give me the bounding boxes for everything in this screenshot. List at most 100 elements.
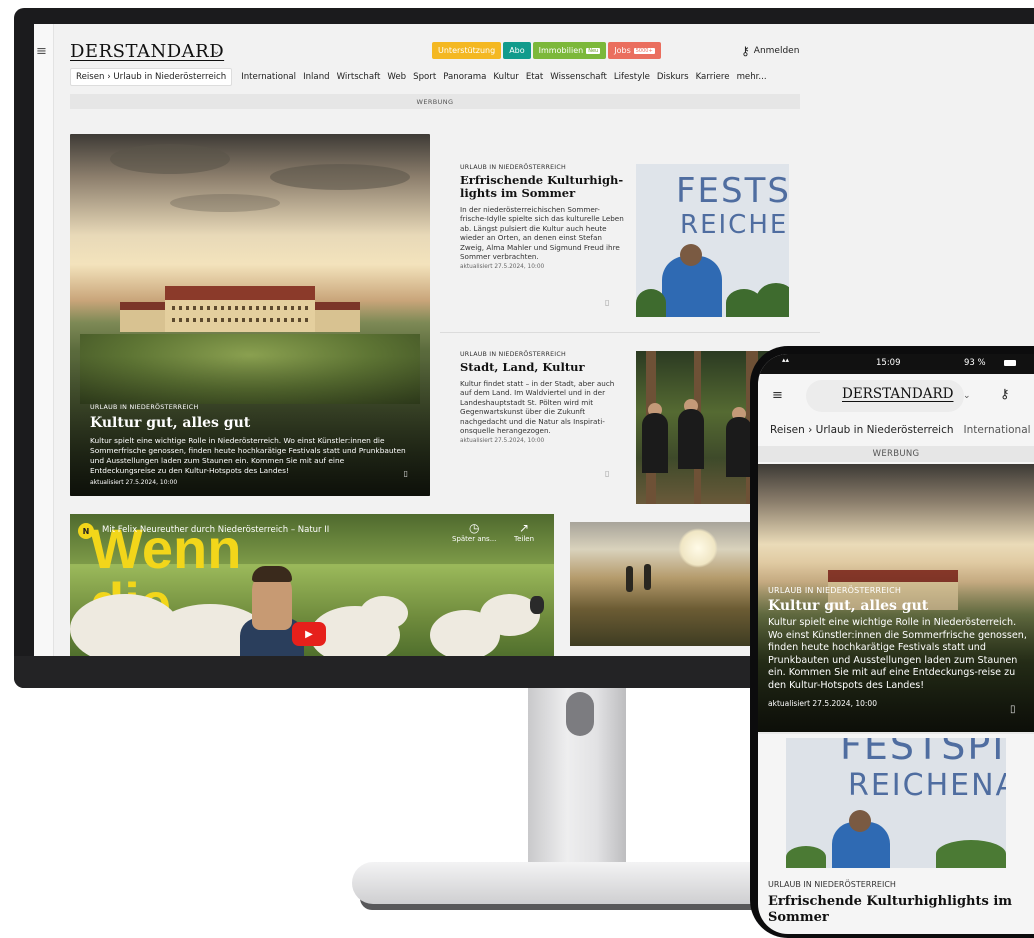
sheep — [360, 596, 408, 630]
hero-text: URLAUB IN NIEDERÖSTERREICH Kultur gut, a… — [768, 586, 1028, 708]
nav-item-etat[interactable]: Etat — [526, 72, 543, 82]
video-player[interactable]: Wenn die N Mit Felix Neureuther durch Ni… — [70, 514, 554, 656]
site-logo[interactable]: DERSTANDARD — [842, 386, 953, 402]
bookmark-icon[interactable]: ▯ — [1010, 704, 1016, 715]
hero-article[interactable]: URLAUB IN NIEDERÖSTERREICH Kultur gut, a… — [758, 464, 1034, 732]
nav-item-wirtschaft[interactable]: Wirtschaft — [337, 72, 381, 82]
nav-item-lifestyle[interactable]: Lifestyle — [614, 72, 650, 82]
key-icon[interactable]: ⚷ — [1000, 387, 1010, 402]
divider — [440, 332, 820, 333]
article-title[interactable]: Stadt, Land, Kultur — [460, 361, 624, 374]
new-badge: Neu — [586, 47, 601, 54]
monitor-stand-base — [352, 862, 782, 904]
musician — [642, 413, 668, 473]
play-button[interactable]: ▶ — [292, 622, 326, 646]
main-nav: Reisen › Urlaub in Niederösterreich Inte… — [70, 68, 774, 86]
signal-icon: ▴▴ — [782, 356, 790, 364]
article-timestamp: aktualisiert 27.5.2024, 10:00 — [460, 264, 545, 271]
article-thumbnail[interactable]: FESTSPIELE REICHENAU — [786, 738, 1006, 868]
site-logo[interactable]: DERSTANDARD — [70, 41, 224, 62]
hero-teaser: Kultur spielt eine wichtige Rolle in Nie… — [768, 617, 1027, 691]
abo-button[interactable]: Abo — [503, 42, 531, 59]
bookmark-icon[interactable]: ▯ — [605, 469, 609, 478]
nav-item-kultur[interactable]: Kultur — [493, 72, 518, 82]
bookmark-icon[interactable]: ▯ — [605, 298, 609, 307]
immobilien-button[interactable]: Immobilien Neu — [532, 42, 607, 59]
musician — [678, 409, 704, 469]
watch-later-button[interactable]: ◷ Später ans... — [452, 521, 496, 543]
bookmark-icon[interactable]: ▯ — [404, 469, 408, 478]
divider — [758, 732, 1034, 734]
nav-item-karriere[interactable]: Karriere — [696, 72, 730, 82]
hero-teaser: Kultur spielt eine wichtige Rolle in Nie… — [90, 436, 406, 475]
thumbnail-sign-text: FESTSPIELE — [676, 171, 789, 211]
login-label: Anmelden — [753, 46, 800, 56]
video-title[interactable]: Mit Felix Neureuther durch Niederösterre… — [102, 525, 329, 535]
chevron-down-icon[interactable]: ⌄ — [963, 391, 971, 401]
bush — [756, 283, 789, 317]
battery-icon — [1004, 360, 1016, 366]
person-head — [849, 810, 871, 832]
battery-percent: 93 % — [964, 358, 986, 368]
cloud — [110, 144, 230, 174]
promo-pills: Unterstützung Abo Immobilien Neu Jobs 5000… — [432, 42, 661, 59]
sun — [678, 528, 718, 568]
menu-search-icon[interactable]: ≡ — [772, 388, 783, 403]
share-icon: ↗ — [518, 521, 530, 535]
nav-item-international[interactable]: International — [241, 72, 296, 82]
person-head — [680, 244, 702, 266]
nav-item-sport[interactable]: Sport — [413, 72, 436, 82]
article-title[interactable]: Erfrischende Kulturhigh-lights im Sommer — [460, 174, 624, 200]
palace-wing — [310, 302, 360, 332]
support-button[interactable]: Unterstützung — [432, 42, 502, 59]
hero-title[interactable]: Kultur gut, alles gut — [90, 415, 410, 431]
article-kicker: URLAUB IN NIEDERÖSTERREICH — [768, 880, 896, 889]
breadcrumb-current[interactable]: Reisen › Urlaub in Niederösterreich — [770, 424, 954, 436]
hero-kicker: URLAUB IN NIEDERÖSTERREICH — [768, 586, 902, 595]
thumbnail-sign-text: REICHENAU — [848, 768, 1006, 803]
phone-frame: ▴▴ 15:09 93 % ≡ DERSTANDARD ⌄ ⚷ Reisen ›… — [750, 346, 1034, 938]
palace-windows — [172, 306, 308, 310]
hero-kicker: URLAUB IN NIEDERÖSTERREICH — [90, 404, 199, 411]
mobile-nav: Reisen › Urlaub in Niederösterreich Inte… — [770, 424, 1031, 436]
article-kicker: URLAUB IN NIEDERÖSTERREICH — [460, 351, 566, 358]
cloud — [270, 164, 410, 190]
bush — [936, 840, 1006, 868]
key-icon: ⚷ — [741, 44, 750, 58]
nav-item-wissenschaft[interactable]: Wissenschaft — [550, 72, 607, 82]
share-button[interactable]: ↗ Teilen — [514, 521, 534, 543]
nav-item-web[interactable]: Web — [387, 72, 406, 82]
chevron-down-icon[interactable]: ⌄ — [212, 46, 220, 57]
article-timestamp: aktualisiert 27.5.2024, 10:00 — [460, 438, 545, 445]
nav-item-panorama[interactable]: Panorama — [443, 72, 486, 82]
jobs-button[interactable]: Jobs 5000+ — [608, 42, 661, 59]
article-teaser: Kultur findet statt – in der Stadt, aber… — [460, 379, 615, 436]
article-thumbnail[interactable]: FESTSPIELE REICHENAU — [636, 164, 789, 317]
side-rail: ≡ — [34, 24, 54, 656]
thumbnail-sign-text: REICHENAU — [680, 210, 789, 240]
hero-timestamp: aktualisiert 27.5.2024, 10:00 — [90, 479, 178, 486]
channel-logo[interactable]: N — [78, 523, 94, 539]
nav-item-inland[interactable]: Inland — [303, 72, 330, 82]
cable-hole — [566, 692, 594, 736]
article-title[interactable]: Erfrischende Kulturhighlights im Sommer — [768, 894, 1028, 926]
article-kicker: URLAUB IN NIEDERÖSTERREICH — [460, 164, 566, 171]
hiker — [644, 564, 651, 590]
hiker — [626, 566, 633, 592]
article-body: URLAUB IN NIEDERÖSTERREICH Stadt, Land, … — [460, 351, 624, 444]
hero-title[interactable]: Kultur gut, alles gut — [768, 598, 1028, 614]
menu-search-icon[interactable]: ≡ — [36, 44, 47, 59]
palace-windows — [172, 318, 308, 322]
status-time: 15:09 — [876, 358, 901, 368]
breadcrumb-current[interactable]: Reisen › Urlaub in Niederösterreich — [70, 68, 233, 86]
login-button[interactable]: ⚷ Anmelden — [741, 44, 799, 58]
nav-item-more[interactable]: mehr... — [737, 72, 767, 82]
hero-timestamp: aktualisiert 27.5.2024, 10:00 — [768, 698, 877, 708]
presenter-hair — [252, 566, 292, 582]
nav-item-diskurs[interactable]: Diskurs — [657, 72, 689, 82]
ad-banner: WERBUNG — [758, 446, 1034, 462]
nav-item-international[interactable]: International — [964, 424, 1031, 436]
status-bar: ▴▴ 15:09 93 % — [758, 354, 1034, 374]
article-card[interactable]: URLAUB IN NIEDERÖSTERREICH Erfrischende … — [460, 164, 820, 317]
hero-article[interactable]: URLAUB IN NIEDERÖSTERREICH Kultur gut, a… — [70, 134, 430, 496]
